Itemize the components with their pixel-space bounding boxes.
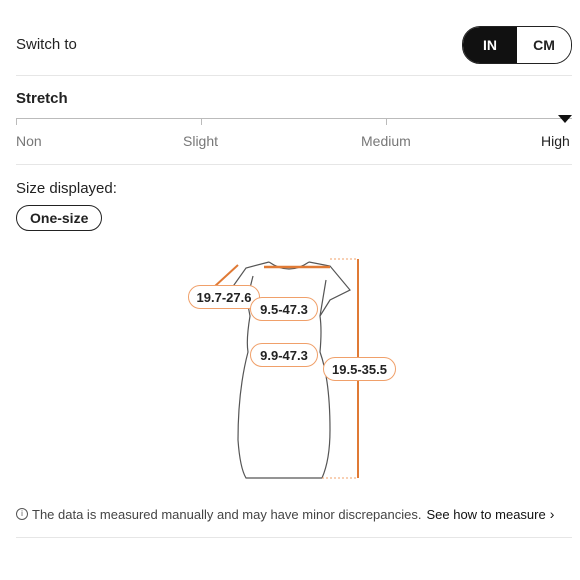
unit-toggle[interactable]: IN CM xyxy=(462,26,572,64)
stretch-level-high: High xyxy=(541,133,570,149)
switch-to-label: Switch to xyxy=(16,36,77,53)
stretch-level-medium: Medium xyxy=(361,133,411,149)
note-text: The data is measured manually and may ha… xyxy=(32,506,422,522)
divider xyxy=(16,537,572,538)
bust-measurement-badge: 9.5-47.3 xyxy=(250,297,318,321)
divider xyxy=(16,164,572,165)
length-measurement-badge: 19.5-35.5 xyxy=(323,357,396,381)
stretch-title: Stretch xyxy=(16,90,68,107)
stretch-tick xyxy=(16,118,17,125)
stretch-tick xyxy=(386,118,387,125)
info-icon: i xyxy=(16,508,28,520)
stretch-scale xyxy=(16,115,572,128)
stretch-indicator-icon xyxy=(558,115,572,123)
how-link-label: See how to measure xyxy=(426,506,546,522)
size-displayed-label: Size displayed: xyxy=(16,180,117,197)
stretch-level-slight: Slight xyxy=(183,133,219,149)
chevron-right-icon: › xyxy=(549,506,555,522)
stretch-line xyxy=(16,118,572,119)
see-how-to-measure-link[interactable]: See how to measure › xyxy=(426,506,554,522)
measurement-note: i The data is measured manually and may … xyxy=(16,506,554,522)
unit-in-button[interactable]: IN xyxy=(463,27,517,63)
size-option-pill[interactable]: One-size xyxy=(16,205,103,231)
stretch-tick xyxy=(201,118,202,125)
dress-measurement-diagram xyxy=(213,258,359,479)
unit-cm-button[interactable]: CM xyxy=(517,27,571,63)
unit-switch-row: Switch to IN CM xyxy=(16,26,572,64)
shoulder-measurement-badge: 19.7-27.6 xyxy=(188,285,260,309)
shoulder-leader-line xyxy=(213,264,239,288)
waist-measurement-badge: 9.9-47.3 xyxy=(250,343,318,367)
stretch-level-non: Non xyxy=(16,133,42,149)
divider xyxy=(16,75,572,76)
